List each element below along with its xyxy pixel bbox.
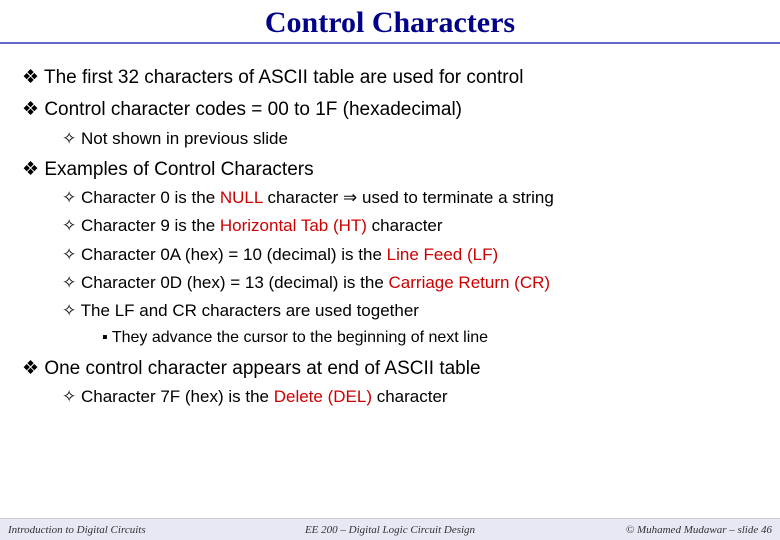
bullet-l2: Character 0A (hex) = 10 (decimal) is the…	[62, 244, 762, 266]
bullet-l2: The LF and CR characters are used togeth…	[62, 300, 762, 322]
bullet-l3: They advance the cursor to the beginning…	[102, 328, 762, 349]
bullet-l1: Examples of Control Characters	[22, 158, 762, 182]
highlight-null: NULL	[220, 188, 263, 207]
bullet-l2: Character 0D (hex) = 13 (decimal) is the…	[62, 272, 762, 294]
bullet-l2: Character 9 is the Horizontal Tab (HT) c…	[62, 215, 762, 237]
bullet-l1: Control character codes = 00 to 1F (hexa…	[22, 98, 762, 122]
text: character	[263, 188, 343, 207]
text: Character 9 is the	[81, 216, 220, 235]
text: character	[367, 216, 443, 235]
text: character	[372, 387, 448, 406]
bullet-l1: One control character appears at end of …	[22, 357, 762, 381]
footer-left: Introduction to Digital Circuits	[8, 524, 146, 536]
highlight-cr: Carriage Return (CR)	[389, 273, 551, 292]
highlight-ht: Horizontal Tab (HT)	[220, 216, 367, 235]
text: used to terminate a string	[357, 188, 554, 207]
slide-footer: Introduction to Digital Circuits EE 200 …	[0, 518, 780, 540]
text: Character 7F (hex) is the	[81, 387, 274, 406]
footer-right: © Muhamed Mudawar – slide 46	[626, 524, 772, 536]
highlight-lf: Line Feed (LF)	[387, 245, 499, 264]
title-bar: Control Characters	[0, 0, 780, 44]
slide-content: The first 32 characters of ASCII table a…	[0, 44, 780, 408]
bullet-l1: The first 32 characters of ASCII table a…	[22, 66, 762, 90]
text: Character 0D (hex) = 13 (decimal) is the	[81, 273, 389, 292]
bullet-l2: Character 0 is the NULL character ⇒ used…	[62, 187, 762, 209]
text: Character 0 is the	[81, 188, 220, 207]
slide-title: Control Characters	[0, 6, 780, 40]
arrow-icon: ⇒	[343, 188, 357, 207]
highlight-del: Delete (DEL)	[274, 387, 372, 406]
bullet-l2: Character 7F (hex) is the Delete (DEL) c…	[62, 386, 762, 408]
footer-center: EE 200 – Digital Logic Circuit Design	[305, 524, 475, 536]
text: Character 0A (hex) = 10 (decimal) is the	[81, 245, 387, 264]
bullet-l2: Not shown in previous slide	[62, 128, 762, 150]
